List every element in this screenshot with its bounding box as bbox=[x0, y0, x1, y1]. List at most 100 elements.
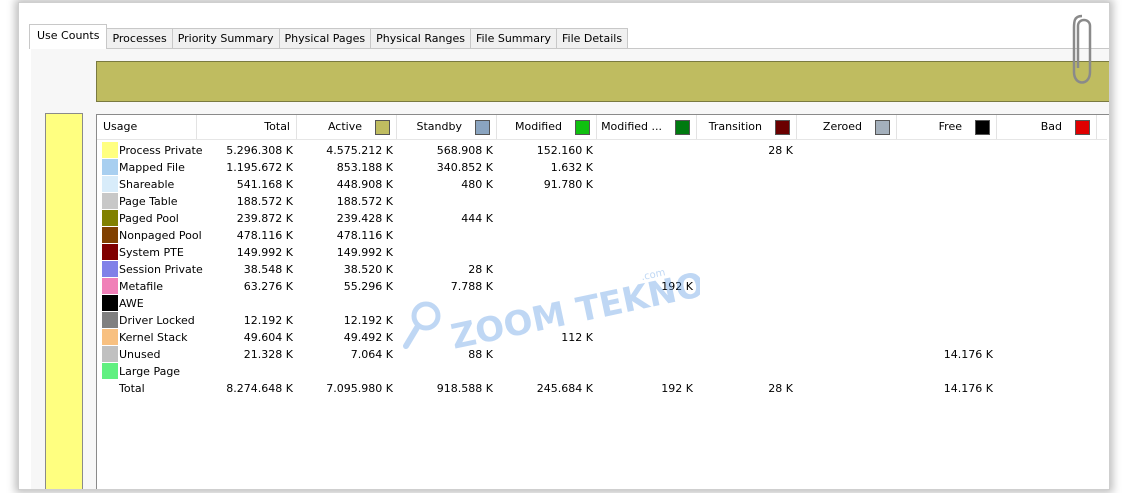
legend-swatch bbox=[875, 120, 890, 135]
table-row[interactable]: Shareable 541.168 K 448.908 K 480 K 91.780 K bbox=[97, 176, 1107, 193]
column-header-usage[interactable]: Usage bbox=[97, 115, 197, 139]
table-row[interactable]: Large Page bbox=[97, 363, 1107, 380]
column-label: Usage bbox=[103, 120, 138, 133]
column-header-standby[interactable]: Standby bbox=[397, 115, 497, 139]
table-row[interactable]: Session Private 38.548 K 38.520 K 28 K bbox=[97, 261, 1107, 278]
usage-color-swatch bbox=[102, 142, 118, 158]
cell-total: 12.192 K bbox=[243, 314, 293, 327]
column-label: Modified bbox=[515, 120, 562, 133]
usage-name: Driver Locked bbox=[119, 314, 195, 327]
usage-color-swatch bbox=[102, 278, 118, 294]
cell-transition: 28 K bbox=[768, 144, 793, 157]
table-row[interactable]: Page Table 188.572 K 188.572 K bbox=[97, 193, 1107, 210]
cell-total: 63.276 K bbox=[243, 280, 293, 293]
tab-priority-summary[interactable]: Priority Summary bbox=[171, 28, 280, 49]
cell-total: 188.572 K bbox=[236, 195, 293, 208]
tab-physical-ranges[interactable]: Physical Ranges bbox=[370, 28, 471, 49]
cell-active: 49.492 K bbox=[343, 331, 393, 344]
column-header-zeroed[interactable]: Zeroed bbox=[797, 115, 897, 139]
column-label: Bad bbox=[1040, 120, 1062, 133]
usage-color-swatch bbox=[102, 329, 118, 345]
tab-physical-pages[interactable]: Physical Pages bbox=[278, 28, 372, 49]
usage-color-swatch bbox=[102, 363, 118, 379]
cell-standby: 28 K bbox=[468, 263, 493, 276]
cell-standby: 444 K bbox=[461, 212, 493, 225]
memory-state-bar bbox=[96, 61, 1109, 102]
legend-swatch bbox=[775, 120, 790, 135]
usage-name: Mapped File bbox=[119, 161, 185, 174]
table-row[interactable]: Unused 21.328 K 7.064 K 88 K 14.176 K bbox=[97, 346, 1107, 363]
cell-total: 38.548 K bbox=[243, 263, 293, 276]
table-row[interactable]: AWE bbox=[97, 295, 1107, 312]
cell-active: 7.095.980 K bbox=[326, 382, 393, 395]
usage-color-swatch bbox=[102, 261, 118, 277]
cell-modified: 1.632 K bbox=[550, 161, 593, 174]
usage-color-swatch bbox=[102, 295, 118, 311]
table-row[interactable]: Total 8.274.648 K 7.095.980 K 918.588 K 245.… bbox=[97, 380, 1107, 397]
cell-total: 8.274.648 K bbox=[226, 382, 293, 395]
column-header-bad[interactable]: Bad bbox=[997, 115, 1097, 139]
column-label: Transition bbox=[708, 120, 762, 133]
cell-total: 5.296.308 K bbox=[226, 144, 293, 157]
cell-standby: 7.788 K bbox=[450, 280, 493, 293]
tab-strip: Use Counts Processes Priority Summary Physi… bbox=[29, 23, 629, 49]
table-row[interactable]: Driver Locked 12.192 K 12.192 K bbox=[97, 312, 1107, 329]
cell-total: 239.872 K bbox=[236, 212, 293, 225]
usage-color-swatch bbox=[102, 176, 118, 192]
usage-name: AWE bbox=[119, 297, 144, 310]
table-row[interactable]: Metafile 63.276 K 55.296 K 7.788 K 192 K bbox=[97, 278, 1107, 295]
usage-color-bar bbox=[45, 113, 83, 489]
usage-color-swatch bbox=[102, 312, 118, 328]
column-label: Zeroed bbox=[822, 120, 862, 133]
usage-name: Session Private bbox=[119, 263, 203, 276]
legend-swatch bbox=[1075, 120, 1090, 135]
column-header-modified[interactable]: Modified ... bbox=[597, 115, 697, 139]
cell-modified: 152.160 K bbox=[536, 144, 593, 157]
tab-processes[interactable]: Processes bbox=[106, 28, 173, 49]
usage-name: Process Private bbox=[119, 144, 203, 157]
cell-active: 149.992 K bbox=[336, 246, 393, 259]
cell-standby: 918.588 K bbox=[436, 382, 493, 395]
cell-transition: 28 K bbox=[768, 382, 793, 395]
column-header-transition[interactable]: Transition bbox=[697, 115, 797, 139]
cell-total: 1.195.672 K bbox=[226, 161, 293, 174]
cell-active: 239.428 K bbox=[336, 212, 393, 225]
cell-modified: 91.780 K bbox=[543, 178, 593, 191]
table-row[interactable]: Process Private 5.296.308 K 4.575.212 K 568… bbox=[97, 142, 1107, 159]
cell-modified: 245.684 K bbox=[536, 382, 593, 395]
cell-standby: 480 K bbox=[461, 178, 493, 191]
usage-name: Page Table bbox=[119, 195, 178, 208]
column-header-active[interactable]: Active bbox=[297, 115, 397, 139]
usage-name: Total bbox=[119, 382, 145, 395]
usage-name: Shareable bbox=[119, 178, 175, 191]
use-counts-list[interactable]: Usage Total Active Standby Modified Modified … bbox=[96, 114, 1109, 489]
legend-swatch bbox=[475, 120, 490, 135]
table-row[interactable]: Paged Pool 239.872 K 239.428 K 444 K bbox=[97, 210, 1107, 227]
cell-total: 541.168 K bbox=[236, 178, 293, 191]
usage-color-swatch bbox=[102, 244, 118, 260]
tab-use-counts[interactable]: Use Counts bbox=[29, 24, 108, 49]
column-label: Modified ... bbox=[601, 120, 662, 133]
tab-file-details[interactable]: File Details bbox=[556, 28, 629, 49]
table-row[interactable]: Mapped File 1.195.672 K 853.188 K 340.852 K… bbox=[97, 159, 1107, 176]
table-row[interactable]: System PTE 149.992 K 149.992 K bbox=[97, 244, 1107, 261]
cell-active: 853.188 K bbox=[336, 161, 393, 174]
usage-color-swatch bbox=[102, 159, 118, 175]
usage-name: Paged Pool bbox=[119, 212, 179, 225]
column-header-total[interactable]: Total bbox=[197, 115, 297, 139]
column-header-modified[interactable]: Modified bbox=[497, 115, 597, 139]
cell-total: 21.328 K bbox=[243, 348, 293, 361]
column-header-free[interactable]: Free bbox=[897, 115, 997, 139]
tab-file-summary[interactable]: File Summary bbox=[469, 28, 558, 49]
table-row[interactable]: Nonpaged Pool 478.116 K 478.116 K bbox=[97, 227, 1107, 244]
column-label: Free bbox=[938, 120, 962, 133]
cell-active: 4.575.212 K bbox=[326, 144, 393, 157]
legend-swatch bbox=[975, 120, 990, 135]
table-row[interactable]: Kernel Stack 49.604 K 49.492 K 112 K bbox=[97, 329, 1107, 346]
usage-name: Nonpaged Pool bbox=[119, 229, 202, 242]
usage-name: Kernel Stack bbox=[119, 331, 188, 344]
usage-color-swatch bbox=[102, 193, 118, 209]
usage-name: Large Page bbox=[119, 365, 181, 378]
column-label: Standby bbox=[416, 120, 462, 133]
cell-free: 14.176 K bbox=[943, 348, 993, 361]
